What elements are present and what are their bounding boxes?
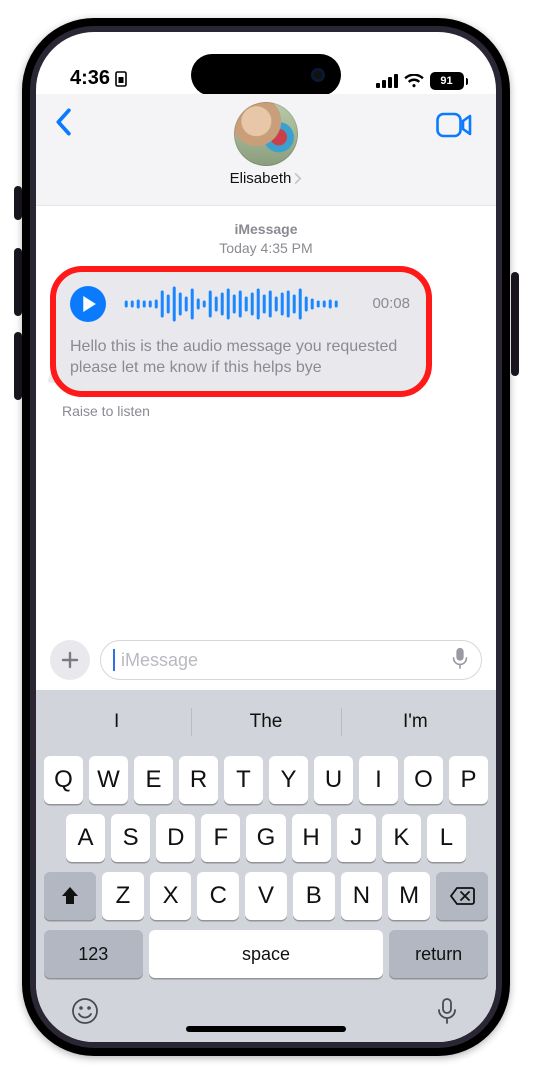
- battery-level: 91: [430, 72, 464, 90]
- attachments-button[interactable]: [50, 640, 90, 680]
- key-l[interactable]: L: [427, 814, 466, 862]
- text-cursor: [113, 649, 115, 671]
- audio-message-bubble[interactable]: 00:08 Hello this is the audio message yo…: [56, 270, 426, 393]
- facetime-button[interactable]: [436, 112, 472, 143]
- audio-duration: 00:08: [372, 295, 410, 312]
- contact-name: Elisabeth: [230, 170, 292, 187]
- battery-icon: 91: [430, 72, 469, 90]
- key-p[interactable]: P: [449, 756, 488, 804]
- cellular-icon: [376, 74, 398, 88]
- dynamic-island: [191, 54, 341, 96]
- key-e[interactable]: E: [134, 756, 173, 804]
- suggestion-3[interactable]: I'm: [341, 698, 490, 746]
- wifi-icon: [404, 74, 424, 88]
- shift-key[interactable]: [44, 872, 96, 920]
- status-time: 4:36: [70, 67, 110, 90]
- thread-timestamp: iMessage Today 4:35 PM: [56, 220, 476, 258]
- message-placeholder: iMessage: [121, 650, 445, 671]
- key-row-3: Z X C V B N M: [42, 872, 490, 920]
- emoji-button[interactable]: [70, 996, 100, 1031]
- key-w[interactable]: W: [89, 756, 128, 804]
- back-button[interactable]: [54, 108, 72, 141]
- contact-name-button[interactable]: Elisabeth: [230, 170, 303, 187]
- play-button[interactable]: [70, 286, 106, 322]
- key-f[interactable]: F: [201, 814, 240, 862]
- keyboard: I The I'm Q W E R T Y U I O P: [36, 690, 496, 1042]
- volume-down-button: [14, 332, 22, 400]
- key-c[interactable]: C: [197, 872, 239, 920]
- suggestion-1[interactable]: I: [42, 698, 191, 746]
- key-u[interactable]: U: [314, 756, 353, 804]
- audio-waveform[interactable]: [118, 284, 360, 324]
- suggestions-bar: I The I'm: [42, 698, 490, 746]
- compose-bar: iMessage: [36, 630, 496, 690]
- chevron-right-icon: [293, 173, 302, 184]
- mic-icon: [432, 996, 462, 1026]
- sim-icon: [114, 71, 128, 87]
- numbers-key[interactable]: 123: [44, 930, 143, 978]
- key-r[interactable]: R: [179, 756, 218, 804]
- key-a[interactable]: A: [66, 814, 105, 862]
- key-m[interactable]: M: [388, 872, 430, 920]
- audio-transcript: Hello this is the audio message you requ…: [70, 336, 410, 379]
- key-b[interactable]: B: [293, 872, 335, 920]
- key-x[interactable]: X: [150, 872, 192, 920]
- mute-switch: [14, 186, 22, 220]
- plus-icon: [61, 651, 79, 669]
- key-i[interactable]: I: [359, 756, 398, 804]
- volume-up-button: [14, 248, 22, 316]
- home-indicator[interactable]: [186, 1026, 346, 1032]
- phone-frame: 4:36 91: [22, 18, 510, 1056]
- backspace-icon: [449, 886, 475, 906]
- raise-to-listen-hint: Raise to listen: [62, 403, 476, 419]
- contact-avatar[interactable]: [234, 102, 298, 166]
- key-g[interactable]: G: [246, 814, 285, 862]
- key-k[interactable]: K: [382, 814, 421, 862]
- key-row-4: 123 space return: [42, 930, 490, 978]
- delete-key[interactable]: [436, 872, 488, 920]
- message-thread[interactable]: iMessage Today 4:35 PM: [36, 206, 496, 630]
- key-y[interactable]: Y: [269, 756, 308, 804]
- key-h[interactable]: H: [292, 814, 331, 862]
- key-n[interactable]: N: [341, 872, 383, 920]
- return-key[interactable]: return: [389, 930, 488, 978]
- message-input[interactable]: iMessage: [100, 640, 482, 680]
- key-o[interactable]: O: [404, 756, 443, 804]
- key-z[interactable]: Z: [102, 872, 144, 920]
- key-v[interactable]: V: [245, 872, 287, 920]
- key-t[interactable]: T: [224, 756, 263, 804]
- power-button: [511, 272, 519, 376]
- key-s[interactable]: S: [111, 814, 150, 862]
- key-row-2: A S D F G H J K L: [42, 814, 490, 862]
- dictation-button[interactable]: [432, 996, 462, 1031]
- space-key[interactable]: space: [149, 930, 384, 978]
- shift-icon: [59, 885, 81, 907]
- key-d[interactable]: D: [156, 814, 195, 862]
- voice-message-button[interactable]: [451, 647, 469, 674]
- key-j[interactable]: J: [337, 814, 376, 862]
- key-row-1: Q W E R T Y U I O P: [42, 756, 490, 804]
- key-q[interactable]: Q: [44, 756, 83, 804]
- emoji-icon: [70, 996, 100, 1026]
- suggestion-2[interactable]: The: [191, 698, 340, 746]
- conversation-header: Elisabeth: [36, 94, 496, 206]
